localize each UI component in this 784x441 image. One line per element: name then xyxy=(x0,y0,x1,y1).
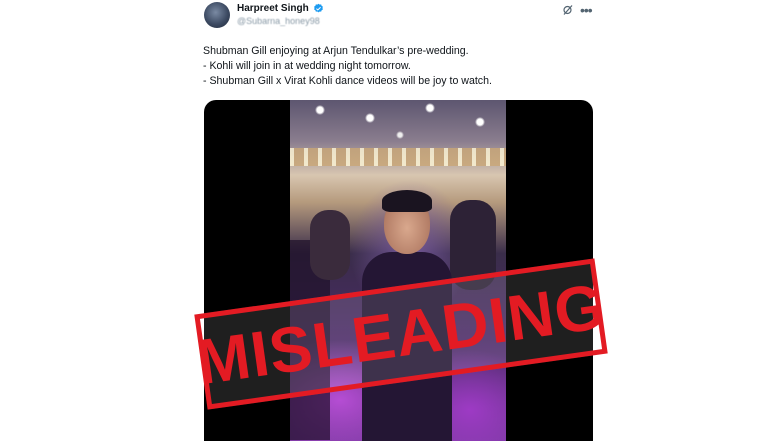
crowd-figure xyxy=(310,210,350,280)
author-name[interactable]: Harpreet Singh xyxy=(237,3,309,14)
verified-badge-icon xyxy=(313,3,323,13)
tweet-line-2: - Kohli will join in at wedding night to… xyxy=(203,60,411,72)
author-name-row: Harpreet Singh xyxy=(237,3,324,14)
tweet-text: Shubman Gill enjoying at Arjun Tendulkar… xyxy=(203,44,492,89)
venue-lights xyxy=(290,148,506,166)
chandelier-lights xyxy=(290,100,506,150)
author-handle[interactable]: @Subarna_honey98 xyxy=(237,16,320,26)
grok-icon[interactable] xyxy=(562,4,574,16)
author-avatar[interactable] xyxy=(204,2,230,28)
person-hair xyxy=(382,190,432,212)
tweet-line-1: Shubman Gill enjoying at Arjun Tendulkar… xyxy=(203,45,469,57)
more-options-icon[interactable]: ••• xyxy=(580,2,593,18)
tweet-line-3: - Shubman Gill x Virat Kohli dance video… xyxy=(203,75,492,87)
